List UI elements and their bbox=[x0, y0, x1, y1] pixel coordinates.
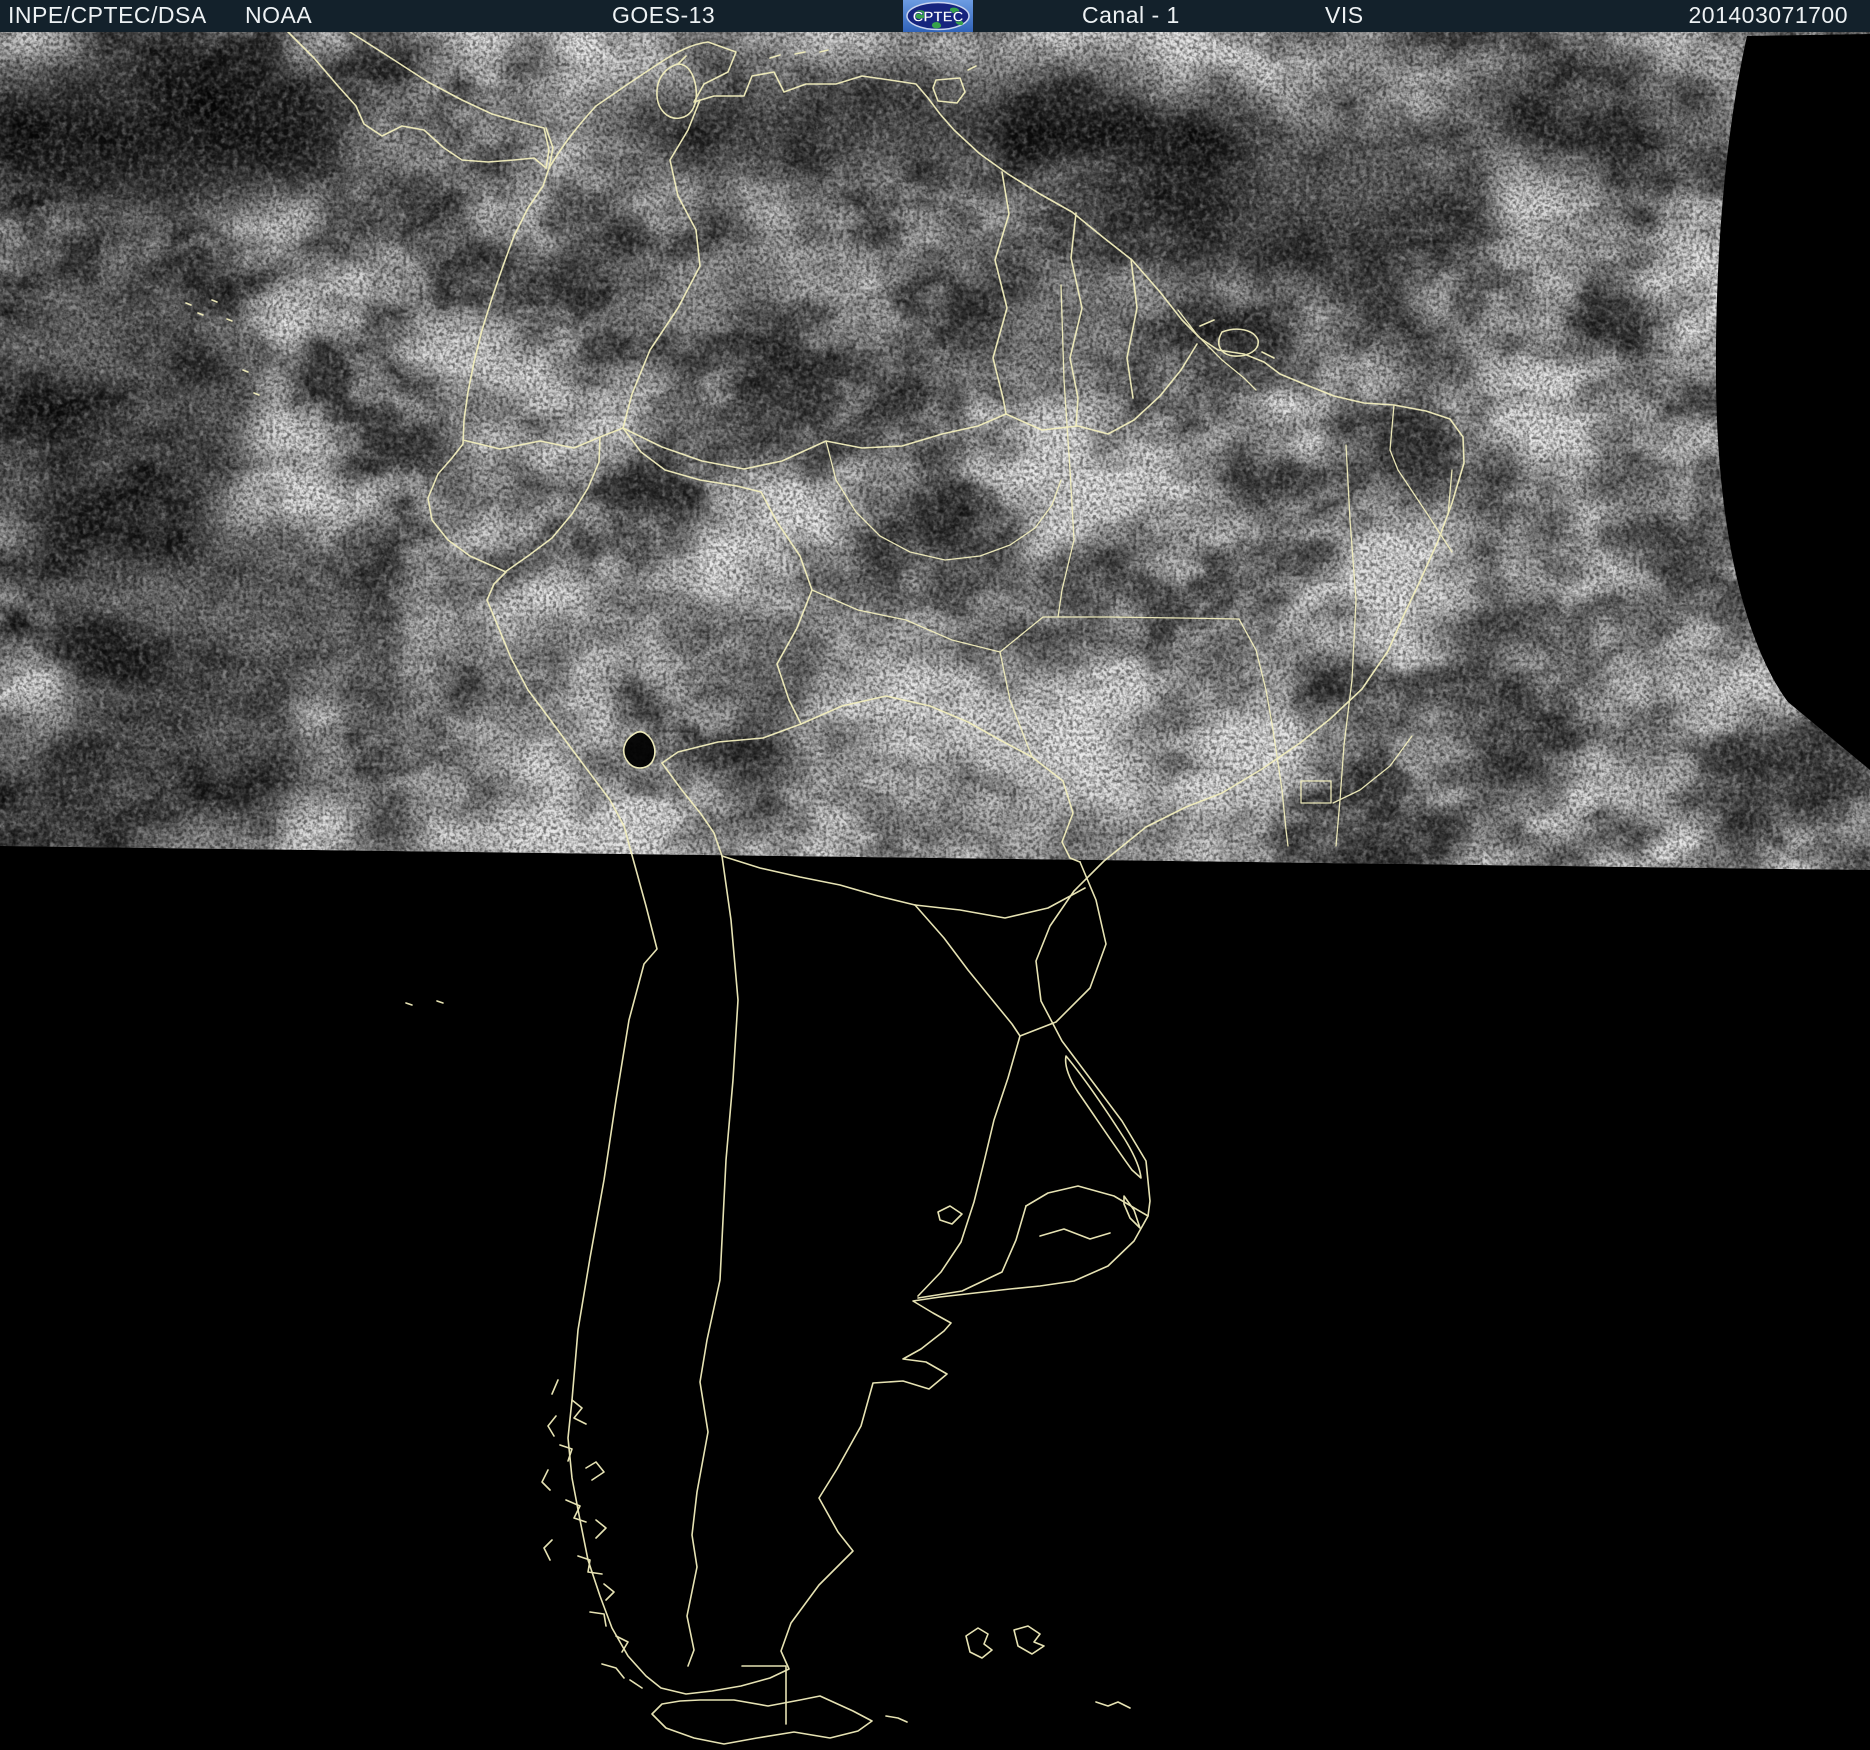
timestamp-label: 201403071700 bbox=[1688, 2, 1848, 28]
cloud-field bbox=[0, 32, 1870, 870]
band-label: VIS bbox=[1325, 2, 1364, 28]
screenshot-root: INPE/CPTEC/DSA NOAA GOES-13 CPTEC Canal … bbox=[0, 0, 1870, 1750]
satellite-label: GOES-13 bbox=[612, 2, 716, 28]
channel-label: Canal - 1 bbox=[1082, 2, 1180, 28]
title-bar: INPE/CPTEC/DSA NOAA GOES-13 CPTEC Canal … bbox=[0, 0, 1870, 32]
noaa-label: NOAA bbox=[245, 2, 313, 28]
satellite-map bbox=[0, 0, 1870, 1750]
cptec-logo: CPTEC bbox=[903, 0, 973, 32]
agency-label: INPE/CPTEC/DSA bbox=[8, 2, 207, 28]
logo-text: CPTEC bbox=[913, 9, 964, 26]
